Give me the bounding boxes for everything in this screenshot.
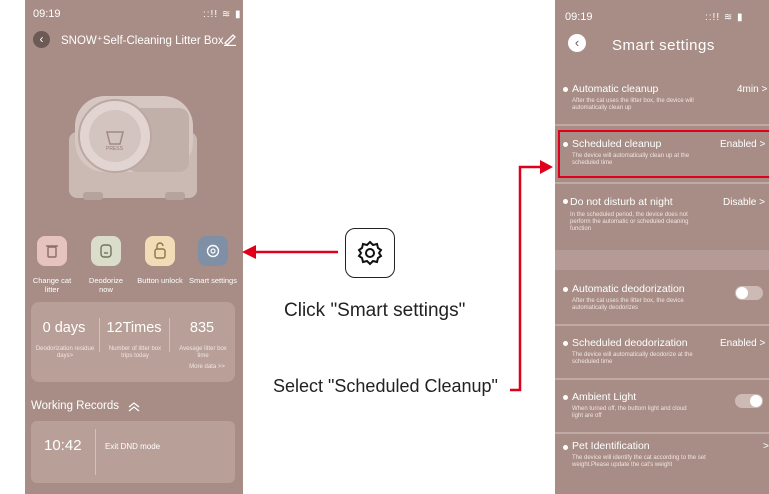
gear-callout — [345, 228, 395, 278]
bullet-dot — [563, 287, 568, 292]
section-gap — [555, 250, 769, 270]
row-description: When turned off, the buttom light and cl… — [572, 406, 687, 419]
row-value: > — [763, 441, 769, 452]
highlight-box — [558, 130, 769, 178]
page-title: Smart settings — [612, 37, 715, 54]
row-title: Automatic cleanup — [572, 83, 659, 95]
setting-row-pet-identification[interactable]: Pet Identification > The device will ide… — [555, 436, 769, 482]
setting-row-automatic-deodorization[interactable]: Automatic deodorization After the cat us… — [555, 278, 769, 322]
setting-row-automatic-cleanup[interactable]: Automatic cleanup 4min > After the cat u… — [555, 78, 769, 124]
arrow-head — [540, 160, 553, 174]
status-icons: ::!! ≋ ▮ — [705, 12, 744, 23]
row-description: After the cat uses the litter box, the d… — [572, 98, 694, 111]
row-description: The device will automatically deodorize … — [572, 352, 693, 365]
row-title: Pet Identification — [572, 440, 650, 452]
status-time: 09:19 — [565, 11, 593, 23]
setting-row-ambient-light[interactable]: Ambient Light When turned off, the butto… — [555, 386, 769, 430]
bullet-dot — [563, 199, 568, 204]
gear-icon — [357, 240, 383, 266]
back-icon[interactable]: ‹ — [568, 34, 586, 52]
instruction-caption-1: Click "Smart settings" — [284, 300, 466, 321]
bullet-dot — [563, 341, 568, 346]
row-title: Ambient Light — [572, 391, 637, 403]
automatic-deodorization-toggle[interactable] — [735, 286, 763, 300]
row-value: Disable > — [723, 197, 765, 208]
setting-row-scheduled-deodorization[interactable]: Scheduled deodorization Enabled > The de… — [555, 332, 769, 376]
bullet-dot — [563, 395, 568, 400]
divider — [555, 124, 769, 126]
divider — [555, 432, 769, 434]
row-title: Scheduled deodorization — [572, 337, 688, 349]
arrow-head — [242, 245, 256, 259]
setting-row-do-not-disturb[interactable]: Do not disturb at night Disable > In the… — [555, 188, 769, 248]
arrow-line — [510, 165, 540, 392]
toggle-knob — [736, 287, 748, 299]
row-value: 4min > — [737, 84, 768, 95]
row-description: In the scheduled period, the device does… — [570, 212, 689, 232]
row-description: After the cat uses the litter box, the d… — [572, 298, 684, 311]
divider — [555, 378, 769, 380]
right-phone-screen: 09:19 ::!! ≋ ▮ ‹ Smart settings Automati… — [555, 0, 769, 494]
row-description: The device will identify the cat accordi… — [572, 455, 706, 468]
bullet-dot — [563, 445, 568, 450]
divider — [555, 324, 769, 326]
instruction-caption-2: Select "Scheduled Cleanup" — [273, 376, 498, 396]
divider — [555, 182, 769, 184]
ambient-light-toggle[interactable] — [735, 394, 763, 408]
row-title: Automatic deodorization — [572, 283, 685, 295]
toggle-knob — [750, 395, 762, 407]
row-value: Enabled > — [720, 338, 766, 349]
row-title: Do not disturb at night — [570, 196, 673, 208]
bullet-dot — [563, 87, 568, 92]
